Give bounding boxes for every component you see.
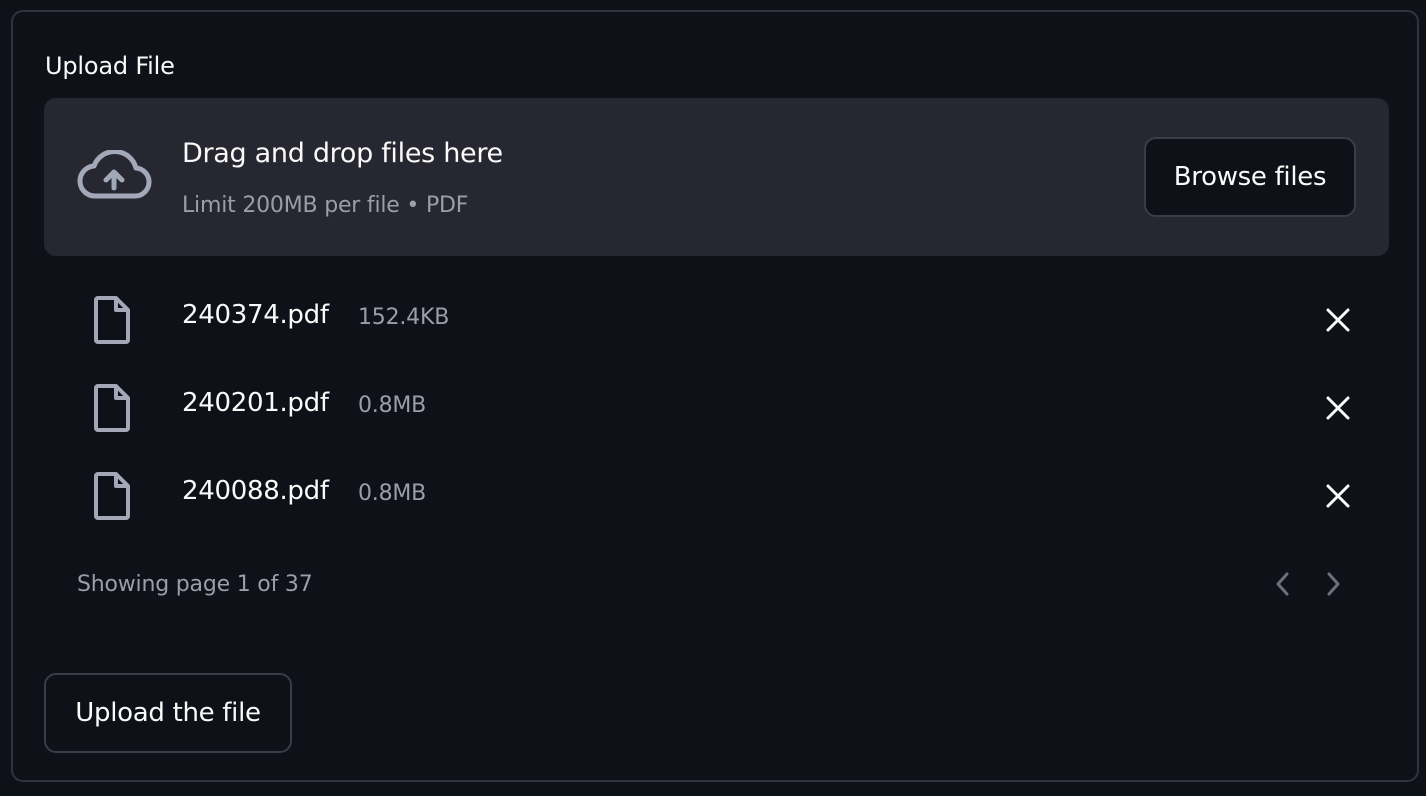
cloud-upload-icon <box>77 150 152 199</box>
dropzone-limit-text: Limit 200MB per file • PDF <box>182 193 469 218</box>
file-name: 240374.pdf <box>182 300 329 330</box>
remove-file-icon[interactable] <box>1324 306 1352 334</box>
file-list-item: 240201.pdf 0.8MB <box>44 380 1389 440</box>
file-name: 240201.pdf <box>182 388 329 418</box>
dropzone-title: Drag and drop files here <box>182 138 503 169</box>
file-icon <box>94 384 130 432</box>
file-list-item: 240374.pdf 152.4KB <box>44 292 1389 352</box>
file-uploader-card: Upload File Drag and drop files here Lim… <box>11 10 1419 782</box>
file-size: 0.8MB <box>358 393 427 418</box>
chevron-left-icon[interactable] <box>1271 569 1295 599</box>
file-list-item: 240088.pdf 0.8MB <box>44 468 1389 528</box>
file-size: 0.8MB <box>358 481 427 506</box>
browse-files-button[interactable]: Browse files <box>1144 137 1356 217</box>
uploader-label: Upload File <box>45 52 175 80</box>
file-name: 240088.pdf <box>182 476 329 506</box>
dropzone[interactable]: Drag and drop files here Limit 200MB per… <box>44 98 1389 256</box>
pagination-status: Showing page 1 of 37 <box>77 572 313 597</box>
remove-file-icon[interactable] <box>1324 394 1352 422</box>
upload-file-button[interactable]: Upload the file <box>44 673 292 753</box>
file-icon <box>94 472 130 520</box>
remove-file-icon[interactable] <box>1324 482 1352 510</box>
file-size: 152.4KB <box>358 305 450 330</box>
file-icon <box>94 296 130 344</box>
chevron-right-icon[interactable] <box>1321 569 1345 599</box>
